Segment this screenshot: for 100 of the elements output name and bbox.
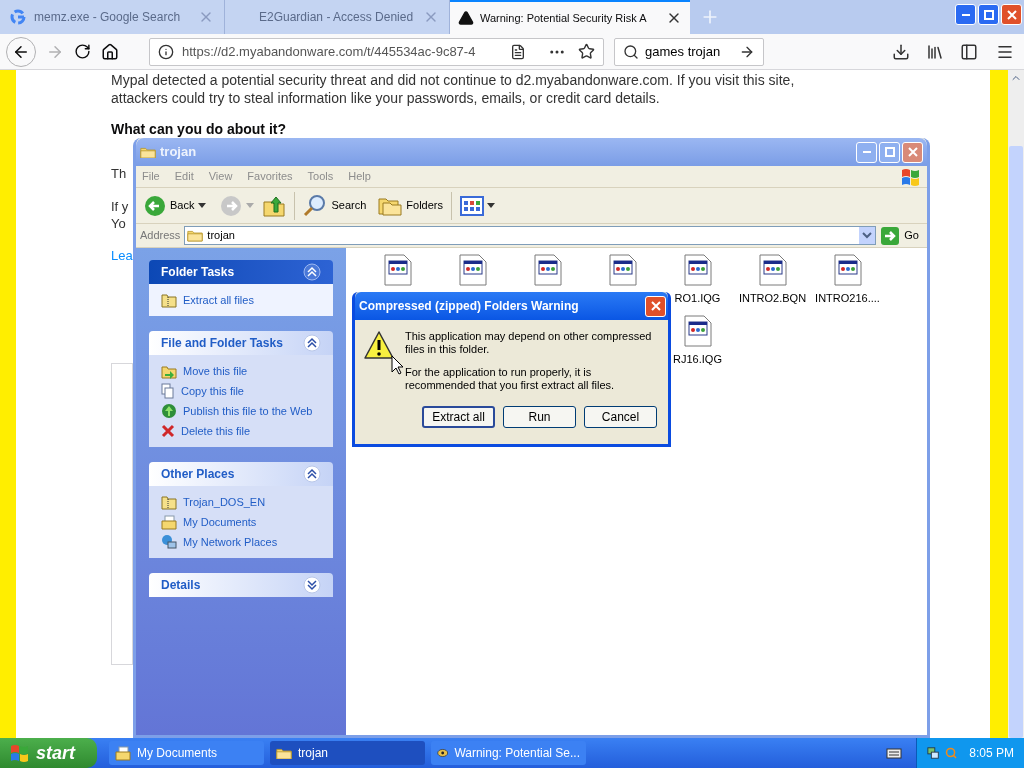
keyboard-icon[interactable]	[886, 747, 902, 759]
search-icon	[623, 43, 639, 60]
browser-tab[interactable]: Warning: Potential Security Risk A	[450, 0, 690, 34]
folders-button[interactable]: Folders	[378, 195, 443, 216]
dialog-button[interactable]: Cancel	[584, 406, 657, 428]
panel-title: Folder Tasks	[161, 264, 235, 281]
google-g-icon	[10, 9, 26, 25]
address-label: Address	[140, 228, 181, 244]
menu-item[interactable]: File	[142, 168, 160, 185]
zip-folder-icon	[161, 494, 177, 510]
magnifier-icon	[303, 193, 328, 218]
task-link[interactable]: My Network Places	[183, 533, 278, 551]
close-button[interactable]	[645, 295, 666, 317]
reload-icon[interactable]	[74, 43, 91, 60]
panel-header[interactable]: Details	[149, 573, 333, 597]
minimize-button[interactable]	[955, 4, 976, 25]
maximize-button[interactable]	[978, 4, 999, 25]
collapse-chevron-icon[interactable]	[303, 465, 321, 483]
download-icon[interactable]	[892, 42, 910, 61]
zip-folder-icon	[161, 292, 177, 308]
file-icon[interactable]	[458, 254, 487, 286]
dialog-message: For the application to run properly, it is recommended that you first extract all files.	[405, 366, 616, 392]
close-button[interactable]	[902, 141, 923, 163]
search-button[interactable]: Search	[303, 193, 367, 218]
star-icon[interactable]	[578, 43, 595, 60]
folder-icon	[276, 746, 292, 760]
file-icon[interactable]	[833, 254, 862, 286]
folder-arrow-icon	[161, 363, 177, 379]
panel-title: Other Places	[161, 466, 235, 483]
task-link[interactable]: Copy this file	[181, 382, 244, 400]
clock: 8:05 PM	[969, 745, 1014, 762]
warning-icon	[363, 330, 395, 360]
close-icon	[650, 301, 661, 311]
task-link[interactable]: Extract all files	[183, 291, 254, 309]
menu-item[interactable]: View	[208, 168, 233, 185]
file-name[interactable]: INTRO2.BQN	[738, 290, 807, 307]
network-tray-icon[interactable]	[927, 746, 940, 760]
panel-header[interactable]: File and Folder Tasks	[149, 331, 333, 355]
sidebar-icon[interactable]	[960, 42, 978, 61]
file-icon[interactable]	[683, 254, 712, 286]
warning-text: attackers could try to steal information like your passwords, emails, or credit card details.	[111, 89, 660, 107]
file-icon[interactable]	[533, 254, 562, 286]
task-link[interactable]: Publish this file to the Web	[183, 402, 313, 420]
caret-icon	[198, 203, 207, 208]
panel-header[interactable]: Other Places	[149, 462, 333, 486]
url-field[interactable]: https://d2.myabandonware.com/t/445534ac-9c87-4	[149, 37, 604, 66]
file-name[interactable]: RO1.IQG	[674, 290, 721, 307]
documents-folder-icon	[115, 745, 131, 761]
documents-folder-icon	[161, 514, 177, 530]
task-link[interactable]: My Documents	[183, 513, 257, 531]
task-link[interactable]: Delete this file	[181, 422, 251, 440]
windows-flag-icon	[10, 744, 30, 762]
expand-chevron-icon[interactable]	[303, 576, 321, 594]
library-icon[interactable]	[926, 42, 944, 61]
menu-item[interactable]: Help	[348, 168, 371, 185]
collapse-chevron-icon[interactable]	[303, 263, 321, 281]
browser-tab[interactable]: E2Guardian - Access Denied	[225, 0, 450, 34]
browser-tab[interactable]: memz.exe - Google Search	[0, 0, 225, 34]
file-icon[interactable]	[683, 314, 712, 347]
collapse-chevron-icon[interactable]	[303, 334, 321, 352]
home-icon[interactable]	[101, 42, 119, 61]
close-button[interactable]	[1001, 4, 1022, 25]
page-text-fragment: If y	[111, 197, 129, 215]
scroll-thumb[interactable]	[1009, 145, 1023, 738]
menu-item[interactable]: Edit	[174, 168, 194, 185]
minimize-icon	[862, 151, 871, 153]
globe-icon	[161, 403, 177, 419]
folder-icon	[187, 229, 204, 242]
menu-item[interactable]: Tools	[307, 168, 334, 185]
dialog-button[interactable]: Extract all	[422, 406, 495, 428]
taskbar-button[interactable]: My Documents	[109, 741, 264, 765]
go-button[interactable]: Go	[880, 225, 923, 246]
task-link[interactable]: Trojan_DOS_EN	[183, 493, 266, 511]
taskbar-button[interactable]: trojan	[270, 741, 425, 765]
info-icon[interactable]	[158, 43, 174, 60]
task-link[interactable]: Move this file	[183, 362, 248, 380]
dialog-button[interactable]: Run	[503, 406, 576, 428]
start-button[interactable]: start	[0, 738, 97, 768]
tab-title: memz.exe - Google Search	[34, 9, 182, 26]
views-button[interactable]	[460, 195, 495, 216]
minimize-icon	[961, 13, 970, 16]
close-icon	[1006, 9, 1017, 20]
file-icon[interactable]	[758, 254, 787, 286]
file-icon[interactable]	[608, 254, 637, 286]
search-field[interactable]: games trojan	[614, 37, 764, 66]
menu-item[interactable]: Favorites	[247, 168, 293, 185]
copy-pages-icon	[161, 383, 175, 399]
panel-header[interactable]: Folder Tasks	[149, 260, 333, 284]
learn-more-link[interactable]: Lea	[111, 245, 133, 265]
windows-flag-icon	[901, 167, 921, 186]
address-field[interactable]: trojan	[184, 226, 877, 245]
window-title: trojan	[160, 143, 197, 162]
taskbar-button[interactable]: Warning: Potential Se...	[431, 741, 586, 765]
file-name[interactable]: RJ16.IQG	[673, 350, 722, 367]
reader-view-icon[interactable]	[510, 43, 526, 60]
back-button[interactable]: Back	[144, 194, 207, 217]
caret-icon	[246, 203, 255, 208]
file-name[interactable]: INTRO216....	[815, 290, 880, 307]
close-icon	[907, 147, 918, 157]
file-icon[interactable]	[383, 254, 412, 286]
